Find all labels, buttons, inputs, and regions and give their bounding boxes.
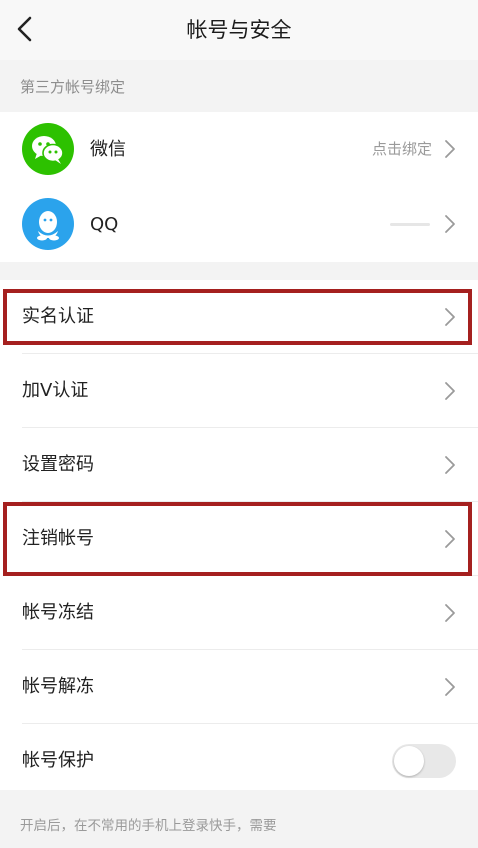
qq-account-redacted <box>390 223 430 226</box>
third-party-binding-list: 微信 点击绑定 QQ <box>0 112 478 262</box>
menu-item-cancel-account[interactable]: 注销帐号 <box>0 502 478 576</box>
qq-binding-row[interactable]: QQ <box>0 187 478 262</box>
menu-item-label: 帐号冻结 <box>22 602 94 623</box>
chevron-right-icon <box>445 530 455 548</box>
wechat-bind-status: 点击绑定 <box>371 140 432 158</box>
menu-item-label: 实名认证 <box>22 306 94 327</box>
menu-item-freeze-account[interactable]: 帐号冻结 <box>0 576 478 650</box>
menu-item-label: 注销帐号 <box>22 528 94 549</box>
menu-item-set-password[interactable]: 设置密码 <box>0 428 478 502</box>
chevron-right-icon <box>445 308 455 326</box>
menu-item-label: 设置密码 <box>22 454 94 475</box>
chevron-right-icon <box>445 604 455 622</box>
chevron-right-icon <box>445 140 455 158</box>
menu-item-unfreeze-account[interactable]: 帐号解冻 <box>0 650 478 724</box>
menu-item-label: 帐号解冻 <box>22 676 94 697</box>
toggle-knob <box>394 746 424 776</box>
footer-watermark-fade <box>300 806 478 836</box>
qq-icon <box>22 198 74 250</box>
wechat-label: 微信 <box>90 139 126 160</box>
footer-note: 开启后，在不常用的手机上登录快手，需要 <box>20 818 277 834</box>
header-bar: 帐号与安全 <box>0 0 478 60</box>
section-label-third-party: 第三方帐号绑定 <box>20 78 126 96</box>
chevron-right-icon <box>445 215 455 233</box>
wechat-binding-row[interactable]: 微信 点击绑定 <box>0 112 478 187</box>
menu-item-label: 加V认证 <box>22 380 89 401</box>
account-security-menu: 实名认证 加V认证 设置密码 注销帐号 帐号冻结 帐号解冻 帐号保护 <box>0 280 478 790</box>
wechat-icon <box>22 123 74 175</box>
menu-item-label: 帐号保护 <box>22 750 94 771</box>
chevron-right-icon <box>445 456 455 474</box>
account-protection-toggle[interactable] <box>392 744 456 778</box>
menu-item-v-verification[interactable]: 加V认证 <box>0 354 478 428</box>
qq-label: QQ <box>90 214 119 235</box>
menu-item-account-protection: 帐号保护 <box>0 724 478 798</box>
menu-item-real-name-verification[interactable]: 实名认证 <box>0 280 478 354</box>
page-title: 帐号与安全 <box>186 18 292 42</box>
chevron-right-icon <box>445 382 455 400</box>
chevron-right-icon <box>445 678 455 696</box>
